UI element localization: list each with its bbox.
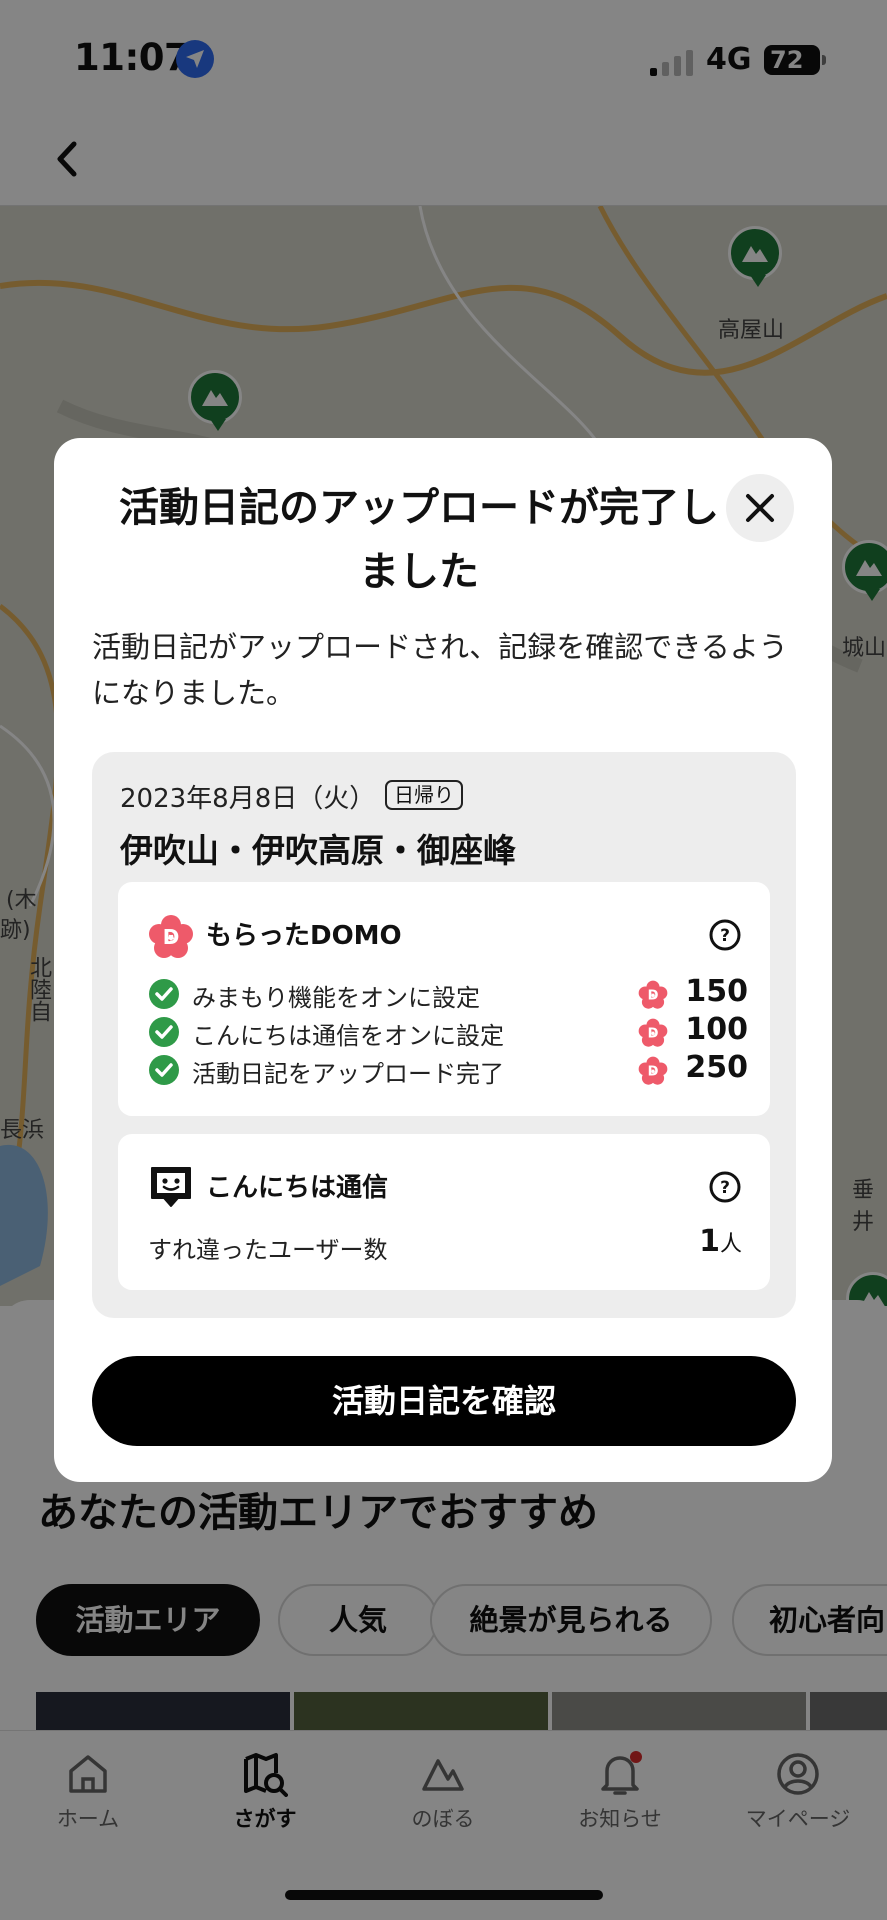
domo-row-label: こんにちは通信をオンに設定 bbox=[192, 1022, 504, 1050]
check-circle-icon bbox=[149, 1017, 179, 1047]
upload-complete-modal: 活動日記のアップロードが完了しました 活動日記がアップロードされ、記録を確認でき… bbox=[54, 438, 832, 1482]
modal-description: 活動日記がアップロードされ、記録を確認できるようになりました。 bbox=[92, 630, 788, 710]
domo-heading-text: もらったDOMO bbox=[206, 921, 402, 951]
passed-users-label: すれ違ったユーザー数 bbox=[148, 1236, 388, 1264]
check-circle-icon bbox=[149, 1055, 179, 1085]
konnichiwa-card: こんにちは通信 ? すれ違ったユーザー数 1人 bbox=[118, 1134, 770, 1290]
modal-title: 活動日記のアップロードが完了しました bbox=[119, 485, 719, 595]
svg-text:?: ? bbox=[720, 926, 730, 946]
view-diary-button[interactable]: 活動日記を確認 bbox=[92, 1356, 796, 1446]
close-button[interactable] bbox=[726, 474, 794, 542]
domo-points: 100 bbox=[685, 1012, 748, 1047]
activity-summary: 2023年8月8日（火） 日帰り 伊吹山・伊吹高原・御座峰 D もらったDOMO… bbox=[92, 752, 796, 1318]
help-icon[interactable]: ? bbox=[708, 1170, 742, 1204]
help-icon[interactable]: ? bbox=[708, 918, 742, 952]
check-circle-icon bbox=[149, 979, 179, 1009]
domo-points: 250 bbox=[685, 1050, 748, 1085]
trip-type-tag: 日帰り bbox=[385, 780, 463, 810]
domo-flower-icon: D bbox=[638, 1018, 668, 1047]
domo-card: D もらったDOMO ? みまもり機能をオンに設定 D 150 こんにちは通信を… bbox=[118, 882, 770, 1116]
domo-row-label: 活動日記をアップロード完了 bbox=[192, 1060, 504, 1088]
domo-heading: D もらったDOMO bbox=[148, 915, 402, 958]
passed-users-count: 1人 bbox=[699, 1224, 742, 1259]
activity-date: 2023年8月8日（火） bbox=[120, 784, 376, 814]
domo-flower-icon: D bbox=[638, 1056, 668, 1085]
svg-text:?: ? bbox=[720, 1178, 730, 1198]
domo-row-label: みまもり機能をオンに設定 bbox=[192, 984, 480, 1012]
svg-text:D: D bbox=[648, 1027, 659, 1042]
domo-row: 活動日記をアップロード完了 D 250 bbox=[148, 1050, 748, 1088]
peak-name: 伊吹山・伊吹高原・御座峰 bbox=[120, 831, 516, 870]
domo-flower-icon: D bbox=[149, 915, 193, 958]
domo-points: 150 bbox=[685, 974, 748, 1009]
close-icon bbox=[746, 494, 774, 522]
speech-face-icon bbox=[151, 1167, 191, 1207]
domo-row: みまもり機能をオンに設定 D 150 bbox=[148, 974, 748, 1012]
svg-text:D: D bbox=[648, 1065, 659, 1080]
domo-row: こんにちは通信をオンに設定 D 100 bbox=[148, 1012, 748, 1050]
konnichiwa-heading: こんにちは通信 bbox=[148, 1167, 389, 1207]
konnichiwa-heading-text: こんにちは通信 bbox=[206, 1173, 389, 1203]
passed-users-number: 1 bbox=[699, 1224, 720, 1259]
passed-users-unit: 人 bbox=[719, 1232, 742, 1257]
svg-text:D: D bbox=[163, 925, 180, 949]
domo-flower-icon: D bbox=[638, 980, 668, 1009]
svg-text:D: D bbox=[648, 989, 659, 1004]
